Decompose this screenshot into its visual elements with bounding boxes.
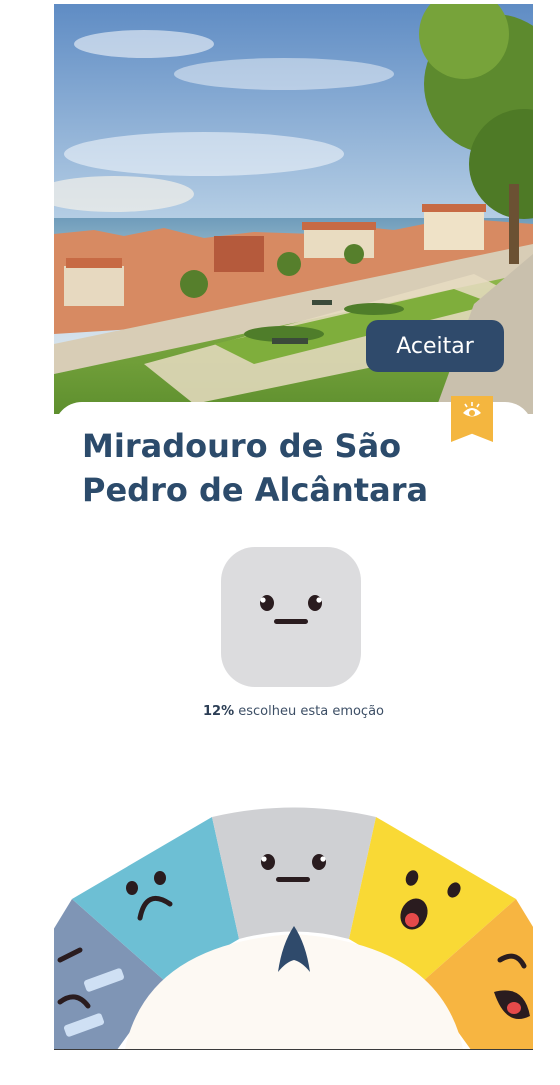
selected-emotion-face	[221, 547, 361, 687]
place-title: Miradouro de São Pedro de Alcântara	[82, 424, 462, 512]
bottom-divider	[54, 1049, 533, 1050]
place-title-line2: Pedro de Alcântara	[82, 471, 429, 509]
emotion-dial[interactable]	[54, 784, 533, 1050]
accept-button[interactable]: Aceitar	[366, 320, 504, 372]
neutral-face-icon	[260, 595, 322, 624]
emotion-percent: 12%	[203, 704, 235, 719]
eye-icon	[463, 402, 481, 417]
emotion-segment-neutral[interactable]	[212, 807, 376, 940]
place-title-line1: Miradouro de São	[82, 427, 402, 465]
place-card: Aceitar Miradouro de São Pedro de Alcânt…	[54, 4, 533, 1050]
emotion-stat: 12% escolheu esta emoção	[54, 704, 533, 719]
emotion-caption: escolheu esta emoção	[234, 704, 384, 719]
